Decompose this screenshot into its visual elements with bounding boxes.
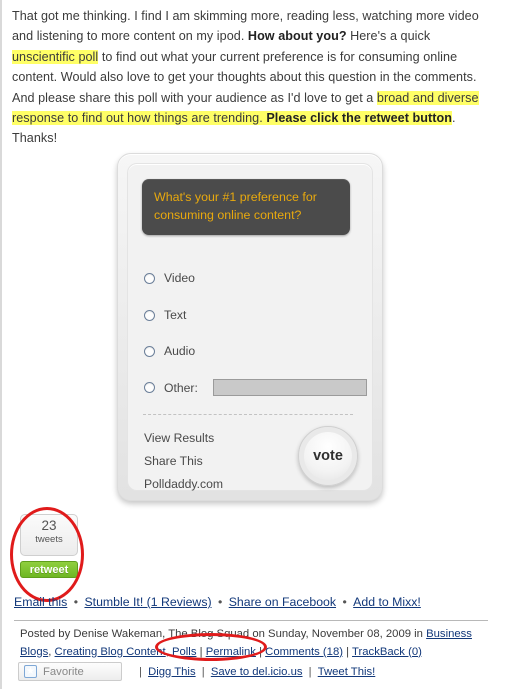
article-segment-3: unscientific poll: [12, 49, 99, 64]
meta-separator: |: [255, 645, 266, 658]
share-link-separator: •: [214, 595, 226, 609]
toolbar-separator: |: [305, 665, 315, 678]
article-segment-1: How about you?: [247, 29, 347, 44]
comments-link[interactable]: Comments (18): [265, 646, 343, 658]
article-body-text: That got me thinking. I find I am skimmi…: [12, 6, 493, 149]
poll-option-label: Video: [164, 271, 195, 285]
bottom-toolbar-links: | Digg This | Save to del.icio.us | Twee…: [136, 666, 375, 678]
favorite-button[interactable]: ★ Favorite: [18, 662, 122, 681]
category-link-creating-blog-content[interactable]: Creating Blog Content: [55, 646, 166, 658]
meta-separator: |: [196, 645, 206, 658]
poll-link-polldaddy[interactable]: Polldaddy.com: [144, 477, 223, 491]
category-link-polls[interactable]: Polls: [172, 646, 197, 658]
poll-option-label: Audio: [164, 344, 196, 358]
polldaddy-poll-widget[interactable]: What's your #1 preference for consuming …: [117, 153, 383, 501]
poll-question-text: What's your #1 preference for consuming …: [142, 179, 350, 235]
poll-option-other[interactable]: Other:: [144, 379, 367, 396]
bottom-toolbar: ★ Favorite | Digg This | Save to del.ici…: [18, 662, 488, 681]
poll-option-label: Text: [164, 308, 187, 322]
share-link-stumble-it-1-reviews[interactable]: Stumble It! (1 Reviews): [84, 595, 211, 609]
poll-link-share-this[interactable]: Share This: [144, 454, 203, 468]
trackback-link[interactable]: TrackBack (0): [352, 646, 422, 658]
tweet-count-label: tweets: [35, 534, 63, 545]
article-segment-2: Here's a quick: [346, 29, 431, 44]
meta-separator: |: [343, 645, 353, 658]
poll-link-view-results[interactable]: View Results: [144, 431, 214, 445]
retweet-widget[interactable]: 23 tweets retweet: [20, 514, 82, 578]
toolbar-separator: |: [139, 665, 146, 678]
poll-option-audio[interactable]: Audio: [144, 344, 195, 358]
radio-icon-audio[interactable]: [144, 345, 155, 357]
toolbar-link-tweet-this[interactable]: Tweet This!: [318, 666, 376, 678]
retweet-button[interactable]: retweet: [20, 561, 78, 578]
star-icon: ★: [24, 665, 37, 678]
radio-icon-other[interactable]: [144, 382, 155, 393]
toolbar-separator: |: [198, 665, 208, 678]
share-link-share-on-facebook[interactable]: Share on Facebook: [229, 595, 336, 609]
favorite-button-label: Favorite: [43, 665, 84, 678]
poll-divider: [143, 414, 353, 415]
toolbar-link-digg-this[interactable]: Digg This: [148, 666, 196, 678]
post-meta-prefix: Posted by Denise Wakeman, The Blog Squad…: [20, 628, 427, 640]
radio-icon-video[interactable]: [144, 272, 155, 284]
share-links-row: Email this • Stumble It! (1 Reviews) • S…: [14, 595, 484, 609]
permalink-link[interactable]: Permalink: [206, 646, 256, 658]
share-link-email-this[interactable]: Email this: [14, 595, 67, 609]
page-left-border: [0, 0, 2, 689]
poll-other-input[interactable]: [212, 379, 367, 396]
tweet-count: 23: [41, 518, 57, 533]
tweet-count-box[interactable]: 23 tweets: [20, 514, 78, 556]
meta-divider-rule: [14, 620, 488, 621]
radio-icon-text[interactable]: [144, 309, 155, 321]
share-link-separator: •: [339, 595, 351, 609]
post-metadata: Posted by Denise Wakeman, The Blog Squad…: [20, 626, 485, 661]
poll-option-label: Other:: [164, 380, 198, 395]
vote-button[interactable]: vote: [298, 426, 358, 486]
article-segment-6: Please click the retweet button: [266, 111, 452, 126]
share-link-separator: •: [70, 595, 82, 609]
toolbar-link-save-to-del-icio-us[interactable]: Save to del.icio.us: [211, 666, 303, 678]
poll-option-text[interactable]: Text: [144, 308, 186, 322]
poll-option-video[interactable]: Video: [144, 271, 195, 285]
share-link-add-to-mixx[interactable]: Add to Mixx!: [353, 595, 421, 609]
poll-inner-panel: What's your #1 preference for consuming …: [127, 163, 373, 491]
